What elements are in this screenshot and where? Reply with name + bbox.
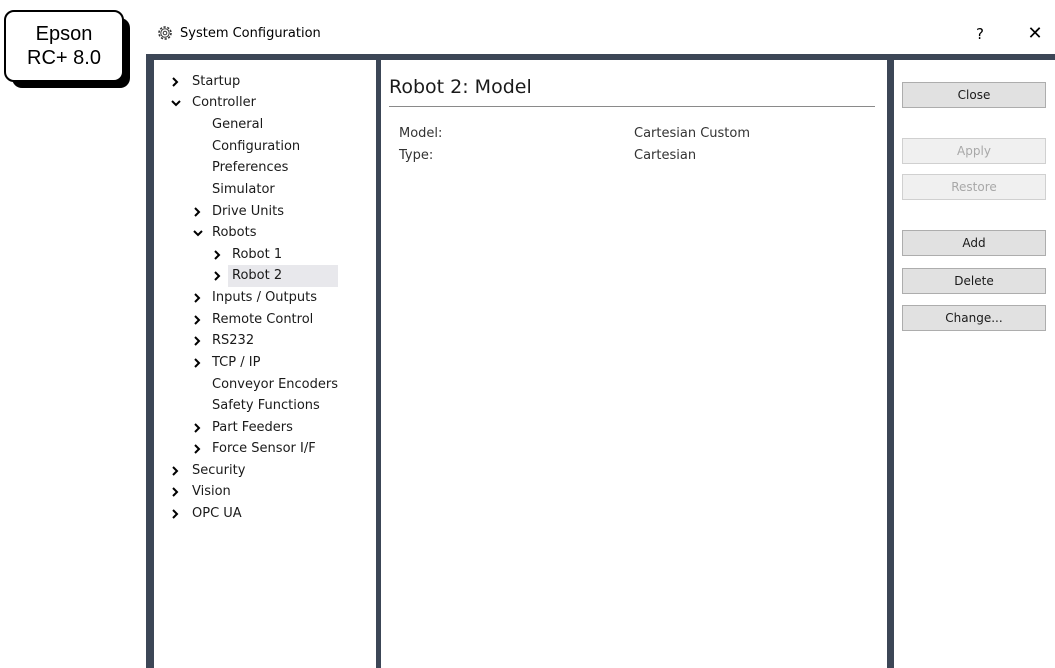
tree-label: Robot 2 (232, 268, 283, 283)
navigation-tree: Startup Controller General Configuration… (154, 60, 376, 668)
content-panel: Robot 2: Model Model: Cartesian Custom T… (381, 60, 887, 668)
tree-label: RS232 (212, 333, 255, 348)
tree-label: Security (192, 463, 246, 478)
button-panel: Close Apply Restore Add Delete Change... (894, 60, 1055, 668)
chevron-right-icon[interactable] (192, 353, 204, 373)
chevron-right-icon[interactable] (192, 418, 204, 438)
chevron-right-icon[interactable] (170, 461, 182, 481)
tree-label: Configuration (212, 139, 301, 154)
chevron-right-icon[interactable] (192, 202, 204, 222)
chevron-right-icon[interactable] (192, 439, 204, 459)
tree-label: Conveyor Encoders (212, 377, 339, 392)
apply-button[interactable]: Apply (902, 138, 1046, 164)
restore-button[interactable]: Restore (902, 174, 1046, 200)
system-configuration-dialog: System Configuration ? ✕ Startup Control… (146, 14, 1055, 668)
tree-label: Remote Control (212, 312, 314, 327)
close-button[interactable]: Close (902, 82, 1046, 108)
chevron-right-icon[interactable] (192, 331, 204, 351)
tree-label: Robot 1 (232, 247, 283, 262)
title-divider (389, 106, 875, 107)
model-label: Model: (399, 126, 443, 141)
product-label: Epson RC+ 8.0 (4, 10, 132, 90)
chevron-right-icon[interactable] (192, 288, 204, 308)
tree-label: TCP / IP (212, 355, 261, 370)
tree-label: Vision (192, 484, 231, 499)
type-label: Type: (399, 148, 434, 163)
add-button[interactable]: Add (902, 230, 1046, 256)
page-title: Robot 2: Model (389, 76, 532, 98)
window-close-button[interactable]: ✕ (1022, 22, 1048, 46)
chevron-right-icon[interactable] (192, 310, 204, 330)
tree-label: Drive Units (212, 204, 285, 219)
window-title: System Configuration (180, 26, 321, 41)
help-button[interactable]: ? (968, 22, 992, 46)
chevron-down-icon[interactable] (192, 223, 204, 243)
product-label-line2: RC+ 8.0 (27, 47, 101, 69)
gear-icon (156, 24, 174, 42)
tree-label: Part Feeders (212, 420, 293, 435)
type-value: Cartesian (634, 148, 697, 163)
chevron-right-icon[interactable] (212, 245, 224, 265)
tree-label: Force Sensor I/F (212, 441, 316, 456)
tree-label: Safety Functions (212, 398, 320, 413)
chevron-right-icon[interactable] (170, 504, 182, 524)
tree-label: Robots (212, 225, 257, 240)
tree-label: Startup (192, 74, 241, 89)
tree-label: OPC UA (192, 506, 242, 521)
title-bar: System Configuration ? ✕ (146, 14, 1055, 54)
tree-label: Inputs / Outputs (212, 290, 318, 305)
tree-label: Preferences (212, 160, 289, 175)
chevron-right-icon[interactable] (170, 482, 182, 502)
chevron-right-icon[interactable] (170, 72, 182, 92)
delete-button[interactable]: Delete (902, 268, 1046, 294)
product-label-line1: Epson (35, 23, 93, 45)
tree-label: General (212, 117, 264, 132)
chevron-down-icon[interactable] (170, 93, 182, 113)
model-value: Cartesian Custom (634, 126, 751, 141)
tree-label: Controller (192, 95, 256, 110)
change-button[interactable]: Change... (902, 305, 1046, 331)
product-label-face: Epson RC+ 8.0 (4, 10, 124, 82)
chevron-right-icon[interactable] (212, 266, 224, 286)
tree-label: Simulator (212, 182, 275, 197)
